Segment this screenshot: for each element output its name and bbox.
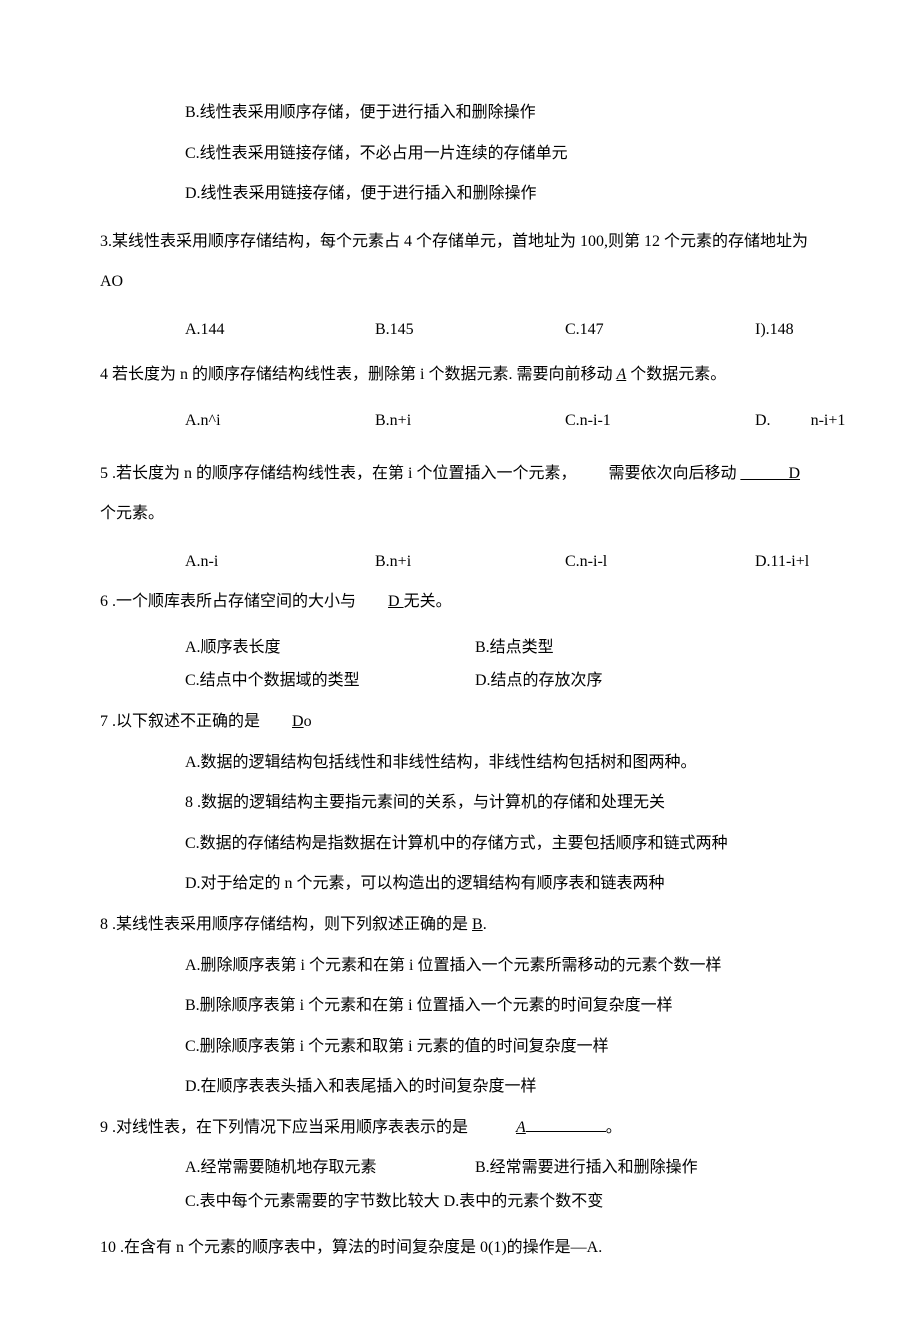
q7-answer: D	[292, 713, 304, 730]
q8-text-prefix: 8 .某线性表采用顺序存储结构，则下列叙述正确的是	[100, 916, 472, 933]
q8-answer: B	[472, 916, 483, 933]
q5-answer: D	[788, 465, 800, 482]
q3-options: A.144 B.145 C.147 I).148	[100, 317, 810, 343]
q4-option-c: C.n-i-1	[565, 408, 755, 434]
q8-stem: 8 .某线性表采用顺序存储结构，则下列叙述正确的是 B.	[100, 912, 810, 938]
q7-option-a: A.数据的逻辑结构包括线性和非线性结构，非线性结构包括树和图两种。	[100, 750, 810, 776]
q3-option-b: B.145	[375, 317, 565, 343]
exam-page: B.线性表采用顺序存储，便于进行插入和删除操作 C.线性表采用链接存储，不必占用…	[0, 0, 920, 1335]
q2-option-b: B.线性表采用顺序存储，便于进行插入和删除操作	[100, 100, 810, 126]
q9-answer: A	[516, 1119, 526, 1136]
q4-option-a: A.n^i	[185, 408, 375, 434]
q7-option-c: C.数据的存储结构是指数据在计算机中的存储方式，主要包括顺序和链式两种	[100, 831, 810, 857]
q9-option-b: B.经常需要进行插入和删除操作	[475, 1155, 810, 1181]
q5-text-suffix: 个元素。	[100, 505, 164, 522]
q6-text-suffix: 无关。	[404, 593, 452, 610]
q3-option-d: I).148	[755, 317, 905, 343]
q8-option-b: B.删除顺序表第 i 个元素和在第 i 位置插入一个元素的时间复杂度一样	[100, 993, 810, 1019]
q4-d-value: n-i+1	[811, 412, 846, 429]
q8-option-a: A.删除顺序表第 i 个元素和在第 i 位置插入一个元素所需移动的元素个数一样	[100, 953, 810, 979]
q4-option-d: D. n-i+1	[755, 408, 905, 434]
q6-option-d: D.结点的存放次序	[475, 668, 810, 694]
q3-stem: 3.某线性表采用顺序存储结构，每个元素占 4 个存储单元，首地址为 100,则第…	[100, 222, 810, 302]
q6-text-prefix: 6 .一个顺库表所占存储空间的大小与	[100, 593, 388, 610]
q7-text-suffix: o	[304, 713, 312, 730]
q8-option-c: C.删除顺序表第 i 个元素和取第 i 元素的值的时间复杂度一样	[100, 1034, 810, 1060]
q5-options: A.n-i B.n+i C.n-i-l D.11-i+l	[100, 549, 810, 575]
q8-option-d: D.在顺序表表头插入和表尾插入的时间复杂度一样	[100, 1074, 810, 1100]
q5-option-c: C.n-i-l	[565, 549, 755, 575]
q6-stem: 6 .一个顺库表所占存储空间的大小与 D 无关。	[100, 589, 810, 615]
q7-text-prefix: 7 .以下叙述不正确的是	[100, 713, 292, 730]
q2-option-c: C.线性表采用链接存储，不必占用一片连续的存储单元	[100, 141, 810, 167]
q9-option-cd: C.表中每个元素需要的字节数比较大 D.表中的元素个数不变	[100, 1189, 810, 1215]
q4-option-b: B.n+i	[375, 408, 565, 434]
q6-option-a: A.顺序表长度	[185, 635, 475, 661]
q4-options: A.n^i B.n+i C.n-i-1 D. n-i+1	[100, 408, 810, 434]
q9-fill-line	[526, 1116, 606, 1132]
q5-stem: 5 .若长度为 n 的顺序存储结构线性表，在第 i 个位置插入一个元素， 需要依…	[100, 454, 810, 534]
q6-option-b: B.结点类型	[475, 635, 810, 661]
q9-text-prefix: 9 .对线性表，在下列情况下应当采用顺序表表示的是	[100, 1119, 516, 1136]
q6-row1: A.顺序表长度 B.结点类型	[100, 635, 810, 661]
q5-text-prefix: 5 .若长度为 n 的顺序存储结构线性表，在第 i 个位置插入一个元素， 需要依…	[100, 465, 740, 482]
q7-stem: 7 .以下叙述不正确的是 Do	[100, 709, 810, 735]
q9-text-suffix: 。	[606, 1119, 622, 1136]
q6-option-c: C.结点中个数据域的类型	[185, 668, 475, 694]
q2-option-d: D.线性表采用链接存储，便于进行插入和删除操作	[100, 181, 810, 207]
q5-option-d: D.11-i+l	[755, 549, 905, 575]
q3-option-a: A.144	[185, 317, 375, 343]
q7-option-d: D.对于给定的 n 个元素，可以构造出的逻辑结构有顺序表和链表两种	[100, 871, 810, 897]
q4-d-label: D.	[755, 412, 771, 429]
q9-row1: A.经常需要随机地存取元素 B.经常需要进行插入和删除操作	[100, 1155, 810, 1181]
q5-option-b: B.n+i	[375, 549, 565, 575]
q4-text-prefix: 4 若长度为 n 的顺序存储结构线性表，删除第 i 个数据元素. 需要向前移动	[100, 366, 616, 383]
q4-answer: A	[616, 366, 626, 383]
q5-option-a: A.n-i	[185, 549, 375, 575]
q4-text-suffix: 个数据元素。	[626, 366, 726, 383]
q10-stem: 10 .在含有 n 个元素的顺序表中，算法的时间复杂度是 0(1)的操作是—A.	[100, 1235, 810, 1261]
q4-stem: 4 若长度为 n 的顺序存储结构线性表，删除第 i 个数据元素. 需要向前移动 …	[100, 362, 810, 388]
q3-option-c: C.147	[565, 317, 755, 343]
q6-answer: D	[388, 593, 404, 610]
q8-text-suffix: .	[483, 916, 487, 933]
q5-blank-pre: ______	[740, 465, 788, 482]
q6-row2: C.结点中个数据域的类型 D.结点的存放次序	[100, 668, 810, 694]
q9-option-a: A.经常需要随机地存取元素	[185, 1155, 475, 1181]
q7-option-b: 8 .数据的逻辑结构主要指元素间的关系，与计算机的存储和处理无关	[100, 790, 810, 816]
q9-stem: 9 .对线性表，在下列情况下应当采用顺序表表示的是 A 。	[100, 1115, 810, 1141]
